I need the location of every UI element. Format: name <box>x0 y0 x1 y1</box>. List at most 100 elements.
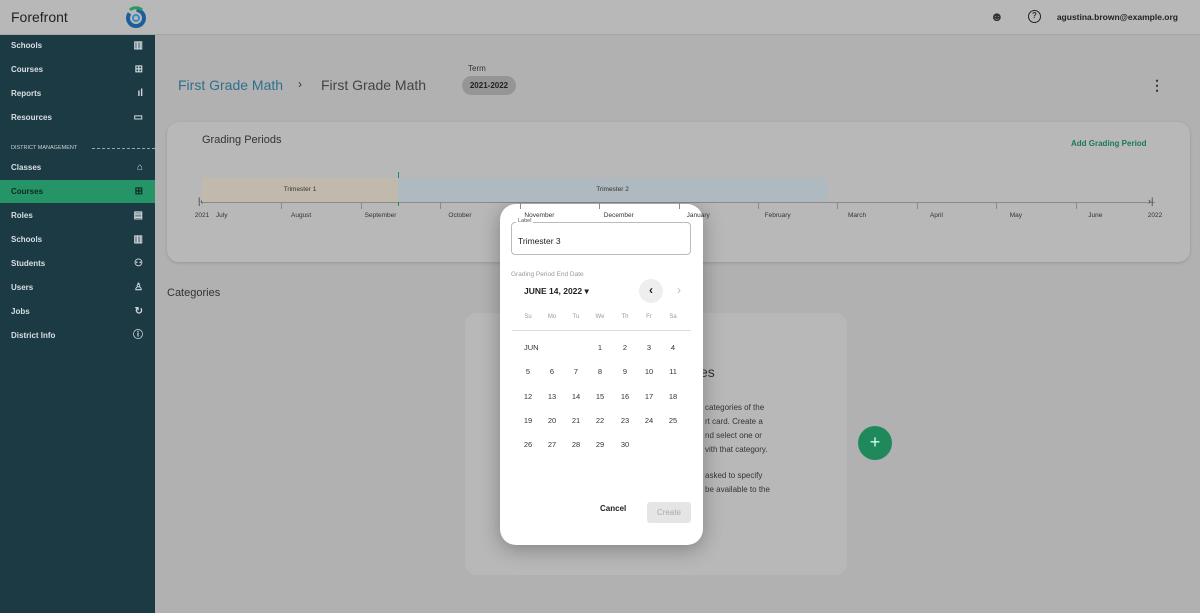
sidebar-item-label: Reports <box>11 89 42 98</box>
bar-chart-icon: ıl <box>137 88 143 99</box>
calendar-day[interactable]: 18 <box>663 392 683 401</box>
add-grading-period-button[interactable]: Add Grading Period <box>1071 139 1147 148</box>
calendar-day[interactable]: 9 <box>615 367 635 376</box>
calendar-day[interactable]: 6 <box>542 367 562 376</box>
people-icon: ⚇ <box>134 258 143 269</box>
calendar-day[interactable]: 30 <box>615 440 635 449</box>
badge-icon: ▤ <box>133 210 143 221</box>
person-icon: ♙ <box>134 282 143 293</box>
sync-icon: ↻ <box>134 306 143 317</box>
month-label: December <box>603 212 634 219</box>
calendar-day[interactable]: 14 <box>566 392 586 401</box>
weekday-label: Su <box>524 314 532 320</box>
grading-period-label: Trimester 2 <box>596 186 629 193</box>
app-name: Forefront <box>11 9 68 25</box>
end-date-caption: Grading Period End Date <box>511 271 584 278</box>
sidebar-item-district-jobs[interactable]: Jobs ↻ <box>0 300 155 323</box>
calendar-day[interactable]: 8 <box>590 367 610 376</box>
breadcrumb-separator: › <box>298 77 302 91</box>
calendar-day[interactable]: 10 <box>639 367 659 376</box>
building-icon: ▥ <box>133 234 143 245</box>
month-label: February <box>764 212 791 219</box>
calendar-day[interactable]: 1 <box>590 343 610 352</box>
grading-period-bar[interactable]: Trimester 1 <box>202 178 398 202</box>
calendar-day[interactable]: 25 <box>663 416 683 425</box>
next-month-icon[interactable]: › <box>667 279 691 303</box>
end-year: 2022 <box>1147 212 1163 219</box>
calendar-day[interactable]: 4 <box>663 343 683 352</box>
grading-periods-title: Grading Periods <box>202 134 282 146</box>
calendar-day[interactable]: 15 <box>590 392 610 401</box>
sidebar-item-label: Courses <box>11 187 44 196</box>
calendar-day[interactable]: 28 <box>566 440 586 449</box>
calendar-day[interactable]: 2 <box>615 343 635 352</box>
calendar-day[interactable]: 26 <box>518 440 538 449</box>
folder-icon: ▭ <box>133 112 143 123</box>
building-icon: ▥ <box>133 40 143 51</box>
weekday-label: Sa <box>669 314 677 320</box>
calendar-day[interactable]: 22 <box>590 416 610 425</box>
month-tick <box>599 202 601 209</box>
weekday-label: Fr <box>646 314 652 320</box>
month-year-dropdown[interactable]: JUNE 14, 2022 ▾ <box>524 286 589 297</box>
month-label: July <box>215 212 228 219</box>
sidebar-item-district-students[interactable]: Students ⚇ <box>0 252 155 275</box>
calendar-day[interactable]: 19 <box>518 416 538 425</box>
help-icon[interactable]: ? <box>1028 10 1041 23</box>
sidebar-item-courses[interactable]: Courses ⊞ <box>0 58 155 81</box>
sidebar-item-district-roles[interactable]: Roles ▤ <box>0 204 155 227</box>
categories-description-line: vith that category. <box>705 445 768 454</box>
term-chip[interactable]: 2021-2022 <box>462 76 516 95</box>
month-label: April <box>929 212 943 219</box>
sidebar-item-district-courses[interactable]: Courses ⊞ <box>0 180 155 203</box>
breadcrumb-link[interactable]: First Grade Math <box>178 77 283 93</box>
breadcrumb-current: First Grade Math <box>321 77 427 93</box>
month-tick <box>1075 202 1077 209</box>
grading-period-label: Trimester 1 <box>283 186 317 193</box>
sidebar-item-schools[interactable]: Schools ▥ <box>0 34 155 57</box>
previous-month-icon[interactable]: ‹ <box>639 279 663 303</box>
month-label: May <box>1009 212 1023 219</box>
calendar-day[interactable]: 27 <box>542 440 562 449</box>
more-options-icon[interactable]: ⋮ <box>1150 77 1164 94</box>
categories-description-line: nd select one or <box>705 431 762 440</box>
calendar-day[interactable]: 3 <box>639 343 659 352</box>
widgets-icon: ⊞ <box>134 64 143 75</box>
calendar-day[interactable]: 11 <box>663 367 683 376</box>
categories-description-line: be available to the <box>705 485 770 494</box>
widgets-icon: ⊞ <box>134 186 143 197</box>
calendar-day[interactable]: 23 <box>615 416 635 425</box>
calendar-day[interactable]: 29 <box>590 440 610 449</box>
label-field[interactable]: Label Trimester 3 <box>511 218 691 255</box>
categories-description-line: asked to specify <box>705 471 763 480</box>
calendar-day[interactable]: 7 <box>566 367 586 376</box>
month-label: March <box>848 212 867 219</box>
calendar-day[interactable]: 5 <box>518 367 538 376</box>
sidebar-item-district-district-info[interactable]: District Info ⓘ <box>0 324 155 347</box>
info-icon: ⓘ <box>133 330 143 341</box>
add-category-button[interactable]: + <box>858 426 892 460</box>
calendar-day[interactable]: 13 <box>542 392 562 401</box>
sidebar-item-district-classes[interactable]: Classes ⌂ <box>0 156 155 179</box>
calendar-day[interactable]: 24 <box>639 416 659 425</box>
sidebar-item-district-users[interactable]: Users ♙ <box>0 276 155 299</box>
create-button[interactable]: Create <box>647 502 691 523</box>
calendar-day[interactable]: 17 <box>639 392 659 401</box>
weekday-label: We <box>595 314 605 320</box>
cancel-button[interactable]: Cancel <box>600 504 626 513</box>
sidebar-item-resources[interactable]: Resources ▭ <box>0 106 155 129</box>
sidebar-item-district-schools[interactable]: Schools ▥ <box>0 228 155 251</box>
avatar-icon[interactable]: ☻ <box>990 9 1004 24</box>
month-tick <box>360 202 362 209</box>
calendar-day[interactable]: 21 <box>566 416 586 425</box>
label-input-value[interactable]: Trimester 3 <box>518 236 561 246</box>
top-bar: ☻ ? agustina.brown@example.org <box>155 0 1200 35</box>
user-email[interactable]: agustina.brown@example.org <box>1057 12 1178 22</box>
sidebar-item-reports[interactable]: Reports ıl <box>0 82 155 105</box>
calendar-day[interactable]: 12 <box>518 392 538 401</box>
month-label: November <box>524 212 555 219</box>
grading-period-bar[interactable]: Trimester 2 <box>398 178 827 202</box>
calendar-day[interactable]: 16 <box>615 392 635 401</box>
calendar-day[interactable]: 20 <box>542 416 562 425</box>
month-tick <box>678 202 680 209</box>
